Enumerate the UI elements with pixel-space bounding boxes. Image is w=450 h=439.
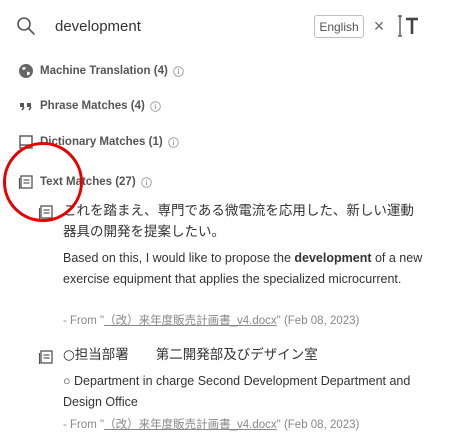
source-file-link[interactable]: （改）来年度販売計画書_v4.docx [104,419,277,431]
info-icon[interactable] [150,100,161,112]
source-date: " (Feb 08, 2023) [276,419,360,431]
source-prefix: - From " [63,315,105,327]
source-reference: - From "（改）来年度販売計画書_v4.docx" (Feb 08, 20… [63,312,423,328]
close-icon[interactable]: × [373,16,385,36]
source-date: " (Feb 08, 2023) [276,315,360,327]
font-size-icon[interactable] [396,13,420,39]
highlighted-term: development [294,251,372,265]
section-label: Machine Translation (4) [40,65,168,77]
info-icon[interactable] [173,65,184,77]
section-label: Phrase Matches (4) [40,100,145,112]
section-phrase-matches[interactable]: Phrase Matches (4) [18,96,161,116]
info-icon[interactable] [140,176,152,188]
source-prefix: - From " [63,419,105,431]
source-text[interactable]: これを踏まえ、専門である微電流を応用した、新しい運動器具の開発を提案したい。 [63,201,423,243]
target-text-part: Based on this, I would like to propose t… [63,251,295,265]
source-text[interactable]: ○担当部署 第二開発部及びデザイン室 [63,345,423,366]
language-button[interactable]: English [314,15,364,38]
source-reference: - From "（改）来年度販売計画書_v4.docx" (Feb 08, 20… [63,416,423,432]
target-text[interactable]: ○ Department in charge Second Developmen… [63,371,423,413]
highlight-circle [3,142,83,222]
document-icon [38,350,53,364]
search-icon[interactable] [16,16,36,36]
source-file-link[interactable]: （改）来年度販売計画書_v4.docx [104,315,277,327]
quote-icon [20,103,32,111]
globe-icon [19,64,33,78]
search-bar: English × [0,0,450,52]
section-machine-translation[interactable]: Machine Translation (4) [18,61,184,81]
target-text[interactable]: Based on this, I would like to propose t… [63,248,423,290]
search-input[interactable] [55,13,295,39]
info-icon[interactable] [167,136,179,148]
